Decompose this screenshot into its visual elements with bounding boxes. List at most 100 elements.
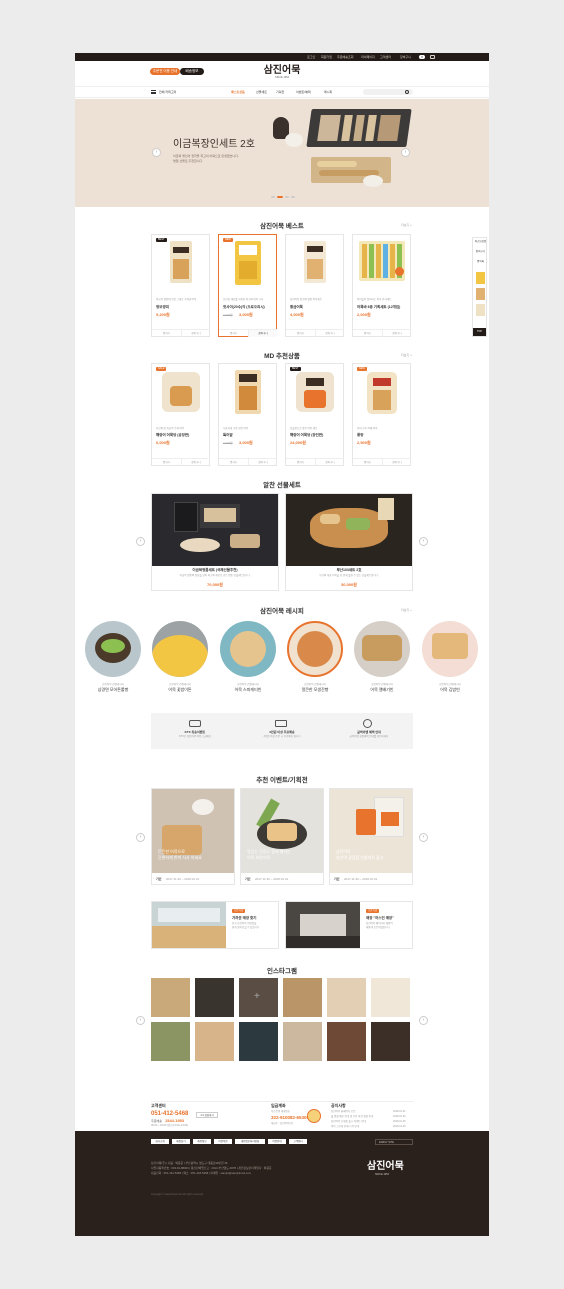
wishlist-button[interactable]: 찜하기 [286,329,315,337]
cs-inquiry-button[interactable]: 1:1 상담하기 [196,1112,218,1118]
wishlist-button[interactable]: 찜하기 [353,329,382,337]
promo-banner[interactable]: 오픈기념 가까운 매장 찾기 전국 삼진어묵 직영점을 쉽게 찾아보실 수 있습… [151,901,279,949]
gift-set-name[interactable]: 이금복명품세트 (국제선물추천) [152,568,278,573]
instagram-photo[interactable] [327,1022,366,1061]
event-image[interactable]: 맛있는 건강도 함께 챙기는 어묵 보양어묵 [241,789,323,873]
event-image[interactable]: 든든한 어묵으로 간편하게 한끼 식사 하세요 [152,789,234,873]
instagram-photo[interactable] [283,978,322,1017]
nav-item-planning[interactable]: 기획전 [276,90,284,94]
side-wishlist-label[interactable]: 찜목록 [474,260,487,264]
product-name[interactable]: 풍양 [357,433,363,438]
cart-link[interactable]: 장바구니 [400,55,411,59]
product-name[interactable]: 해랑어 어묵당 (공장판) [156,433,189,438]
instagram-photo[interactable] [151,978,190,1017]
event-card[interactable]: 삼진어묵 부산역 광장점 선물세트 출시 기간 2017.11.30 ~ 201… [329,788,413,885]
notice-item[interactable]: 어묵 고로케 판매 시작 안내 [331,1125,387,1129]
order-guide-pill[interactable]: 주문전 이용 안내 [150,68,180,75]
best-product-card[interactable]: 삼진어묵 원조의 명품 어묵세트 황금어묵 4,000원 찜하기 장바구니 [285,234,344,337]
md-product-card[interactable]: SALE 부산의 맛 이금복 수제 어묵 해랑어 어묵당 (공장판) 6,000… [151,363,210,466]
footer-link-privacy[interactable]: 개인정보처리방침 [235,1139,265,1144]
product-name[interactable]: 특어말 [223,433,233,438]
footer-link-stores[interactable]: 매장찾기 [172,1139,190,1144]
product-image[interactable] [235,241,261,285]
shipping-info-pill[interactable]: 배송정보 [180,68,204,75]
product-name[interactable]: 핫사이(20수)각 (오로오리시) [223,305,265,310]
product-name[interactable]: 해랑어 어묵당 (장인판) [290,433,323,438]
order-tracking-link[interactable]: 주문배송조회 [337,55,354,59]
event-card[interactable]: 맛있는 건강도 함께 챙기는 어묵 보양어묵 기간 2017.11.30 ~ 2… [240,788,324,885]
instagram-photo[interactable] [151,1022,190,1061]
hero-dot-3[interactable] [285,196,289,198]
hero-dot-2-active[interactable] [277,196,283,198]
gift-set-card[interactable]: 이금복명품세트 (국제선물추천) 이금복 명인의 정성을 담아 최고의 재료로 … [151,493,279,591]
promo-image[interactable] [152,902,226,948]
recipe-more-link[interactable]: 더보기 + [401,608,412,612]
recipe-image-selected[interactable] [287,621,343,677]
mypage-link[interactable]: 마이페이지 [361,55,375,59]
footer-link-cs[interactable]: 고객센터 [289,1139,307,1144]
recipe-image[interactable] [220,621,276,677]
wishlist-button[interactable]: 찜하기 [286,458,315,466]
all-category-button[interactable]: 전체 카테고리 [159,90,176,94]
gift-next-arrow[interactable]: › [419,537,428,546]
gift-prev-arrow[interactable]: ‹ [136,537,145,546]
service-title[interactable]: 3만원 이상 무료배송 [238,730,326,734]
hero-prev-arrow[interactable]: ‹ [152,148,161,157]
add-to-cart-button[interactable]: 장바구니 [181,329,210,337]
instagram-photo[interactable]: + [239,978,278,1017]
instagram-photo[interactable] [371,978,410,1017]
notice-item[interactable]: 설 명절 배송 안내 및 주문 마감 일정 안내 [331,1115,387,1119]
events-next-arrow[interactable]: › [419,833,428,842]
nav-item-best[interactable]: 베스트상품 [231,90,245,94]
recent-products-label[interactable]: 최근본상품 [474,240,487,244]
instagram-photo[interactable] [239,1022,278,1061]
side-recent-item[interactable] [476,272,485,284]
hero-next-arrow[interactable]: › [401,148,410,157]
add-to-cart-button[interactable]: 장바구니 [315,329,344,337]
product-image[interactable] [359,241,405,281]
add-to-cart-button[interactable]: 장바구니 [248,329,277,337]
product-image[interactable] [296,372,334,412]
hero-dot-4[interactable] [291,196,295,198]
recipe-image[interactable] [85,621,141,677]
product-name[interactable]: 어묵바 6종 기획세트 (12개입) [357,305,400,310]
instagram-prev-arrow[interactable]: ‹ [136,1016,145,1025]
wishlist-button[interactable]: 찜하기 [152,458,181,466]
instagram-next-arrow[interactable]: › [419,1016,428,1025]
promo-banner[interactable]: 오픈기념 매장 "어스인 매장" 삼진어묵 베이커리 매장이 새롭게 오픈하였습… [285,901,413,949]
site-logo[interactable]: 삼진어묵 [257,65,307,76]
md-product-card[interactable]: BEST 선물용으로 좋은 어묵 세트 해랑어 어묵당 (장인판) 24,000… [285,363,344,466]
side-cart-label[interactable]: 장바구니 [474,250,487,254]
recipe-name[interactable]: 어묵 꽃밤이튼 [142,687,218,692]
service-title[interactable]: KTX 특송이벤트 [151,730,239,734]
recipe-name[interactable]: 어묵 스파게티빈 [210,687,286,692]
product-image[interactable] [170,241,192,283]
recipe-name[interactable]: 삼경면 모어튼롤빵 [75,687,151,692]
gift-set-image[interactable] [286,494,412,566]
instagram-photo[interactable] [327,978,366,1017]
recipe-image[interactable] [354,621,410,677]
family-site-select[interactable]: FAMILY SITE [375,1139,413,1145]
notice-item[interactable]: 삼진어묵 신제품 출시 이벤트 안내 [331,1120,387,1124]
signup-link[interactable]: 회원가입 [321,55,332,59]
footer-link-recruit[interactable]: 채용정보 [193,1139,211,1144]
wishlist-button[interactable]: 찜하기 [152,329,181,337]
instagram-photo[interactable] [283,1022,322,1061]
best-product-card[interactable]: BEST 이금복 명인의 손맛 그대로 구워낸 어묵 명보깡띠 9,200원 찜… [151,234,210,337]
promo-image[interactable] [286,902,360,948]
notice-item[interactable]: 삼진어묵 홈페이지 오픈 [331,1110,387,1114]
service-title[interactable]: 굽벅이벤 혜택 안내 [325,730,413,734]
best-product-card[interactable]: 아이들이 좋아하는 어묵 간식세트 어묵바 6종 기획세트 (12개입) 2,0… [352,234,411,337]
add-to-cart-button[interactable]: 장바구니 [315,458,344,466]
product-image[interactable] [367,372,397,414]
footer-link-terms[interactable]: 이용약관 [214,1139,232,1144]
best-product-card-highlight[interactable]: NEW 신선한 재료를 사용한 최고의 어묵 시식 핫사이(20수)각 (오로오… [218,234,277,337]
md-product-card[interactable]: NEW 풍미 가득 야채 어묵 풍양 2,500원 찜하기 장바구니 [352,363,411,466]
product-image[interactable] [162,372,200,412]
menu-icon[interactable] [430,54,435,59]
product-image[interactable] [304,241,326,283]
recipe-image[interactable] [152,621,208,677]
recipe-name[interactable]: 얼큰한 모생잔빵 [277,687,353,692]
add-to-cart-button[interactable]: 장바구니 [181,458,210,466]
event-card[interactable]: 든든한 어묵으로 간편하게 한끼 식사 하세요 기간 2017.11.30 ~ … [151,788,235,885]
